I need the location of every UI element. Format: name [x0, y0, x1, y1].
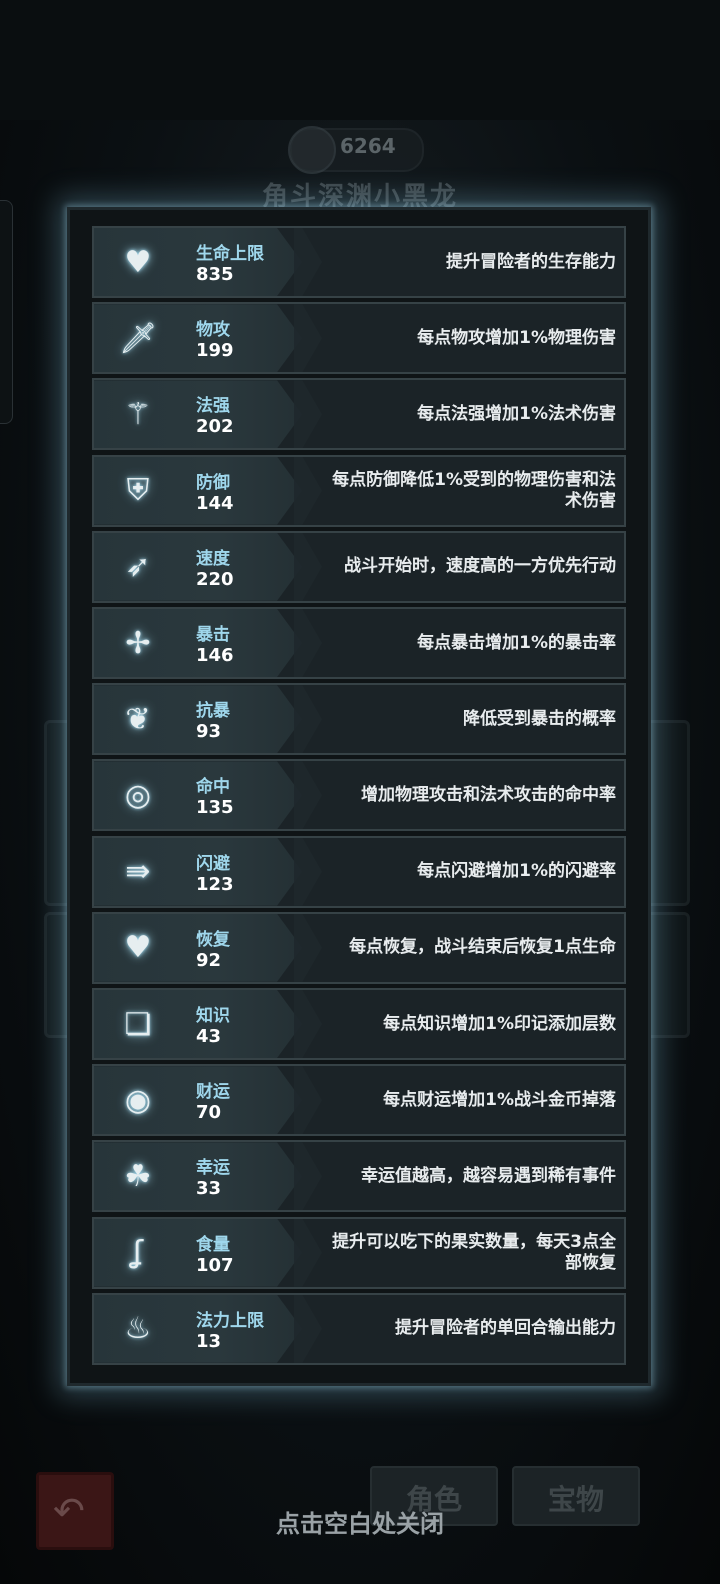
close-hint[interactable]: 点击空白处关闭 — [0, 1504, 720, 1539]
winged-boot-icon: ➶ — [125, 549, 151, 585]
staff-icon: ⚚ — [124, 396, 152, 432]
stat-name: 食量 — [196, 1234, 230, 1255]
gold-amount: 6264 — [340, 134, 396, 158]
stat-name: 命中 — [196, 777, 230, 798]
stat-row: ❏ 知识 43 每点知识增加1%印记添加层数 — [92, 988, 626, 1060]
background-header — [0, 0, 720, 120]
stat-description: 每点闪避增加1%的闪避率 — [417, 861, 616, 882]
stat-row: ʆ 食量 107 提升可以吃下的果实数量，每天3点全部恢复 — [92, 1216, 626, 1289]
stat-row: ☘ 幸运 33 幸运值越高，越容易遇到稀有事件 — [92, 1140, 626, 1213]
stat-row: ❦ 抗暴 93 降低受到暴击的概率 — [92, 683, 626, 756]
stat-name: 物攻 — [196, 320, 230, 341]
gold-feather-icon — [288, 126, 336, 174]
stat-value: 70 — [196, 1102, 222, 1124]
heart-plus-icon: ♥ — [124, 930, 152, 966]
crit-resist-icon: ❦ — [125, 701, 151, 737]
armor-icon: ⛨ — [126, 473, 150, 509]
stat-description: 提升冒险者的生存能力 — [446, 251, 616, 272]
stat-value: 202 — [196, 416, 234, 438]
stat-row: ◎ 命中 135 增加物理攻击和法术攻击的命中率 — [92, 759, 626, 832]
stat-description: 战斗开始时，速度高的一方优先行动 — [344, 556, 616, 577]
stat-name: 闪避 — [196, 853, 230, 874]
target-icon: ◎ — [124, 777, 152, 813]
stat-value: 135 — [196, 797, 234, 819]
stat-value: 13 — [196, 1330, 222, 1352]
stat-name: 财运 — [196, 1082, 230, 1103]
stat-row: ♥ 恢复 92 每点恢复，战斗结束后恢复1点生命 — [92, 911, 626, 984]
stat-name: 速度 — [196, 548, 230, 569]
stat-value: 93 — [196, 721, 222, 743]
stat-name: 幸运 — [196, 1158, 230, 1179]
stat-value: 92 — [196, 949, 222, 971]
stat-name: 生命上限 — [196, 244, 264, 264]
stat-row: ⇛ 闪避 123 每点闪避增加1%的闪避率 — [92, 835, 626, 908]
stat-description: 降低受到暴击的概率 — [463, 708, 616, 729]
stomach-icon: ʆ — [132, 1235, 144, 1271]
stat-name: 恢复 — [196, 929, 230, 950]
stat-row: ➶ 速度 220 战斗开始时，速度高的一方优先行动 — [92, 530, 626, 603]
stat-description: 每点防御降低1%受到的物理伤害和法术伤害 — [332, 469, 616, 511]
stat-name: 防御 — [196, 472, 230, 493]
stat-row: ✢ 暴击 146 每点暴击增加1%的暴击率 — [92, 607, 626, 679]
stat-row: ⛨ 防御 144 每点防御降低1%受到的物理伤害和法术伤害 — [92, 454, 626, 527]
heart-arrow-icon: ♥ — [124, 244, 152, 280]
sword-icon: 🗡 — [118, 320, 158, 356]
stat-description: 每点暴击增加1%的暴击率 — [417, 632, 616, 653]
critical-dagger-icon: ✢ — [125, 625, 151, 661]
stat-description: 每点知识增加1%印记添加层数 — [383, 1013, 616, 1034]
stat-name: 抗暴 — [196, 701, 230, 722]
clover-icon: ☘ — [124, 1158, 152, 1194]
dash-arrow-icon: ⇛ — [125, 854, 151, 890]
stat-description: 每点法强增加1%法术伤害 — [417, 403, 616, 424]
stat-description: 每点物攻增加1%物理伤害 — [417, 327, 616, 348]
stat-value: 33 — [196, 1178, 222, 1200]
stat-name: 暴击 — [196, 625, 230, 645]
stat-description: 每点恢复，战斗结束后恢复1点生命 — [349, 937, 616, 958]
stat-value: 220 — [196, 568, 234, 590]
stat-row: ♨ 法力上限 13 提升冒险者的单回合输出能力 — [92, 1292, 626, 1365]
stat-name: 法力上限 — [196, 1310, 264, 1331]
mana-drop-icon: ♨ — [124, 1311, 152, 1347]
stat-description: 增加物理攻击和法术攻击的命中率 — [361, 784, 616, 805]
stat-value: 144 — [196, 492, 234, 514]
stat-row: ◉ 财运 70 每点财运增加1%战斗金币掉落 — [92, 1064, 626, 1137]
stat-value: 43 — [196, 1026, 222, 1047]
stat-row: 🗡 物攻 199 每点物攻增加1%物理伤害 — [92, 302, 626, 375]
stat-row: ♥ 生命上限 835 提升冒险者的生存能力 — [92, 226, 626, 298]
coin-icon: ◉ — [124, 1082, 152, 1118]
stat-row: ⚚ 法强 202 每点法强增加1%法术伤害 — [92, 378, 626, 451]
stat-value: 146 — [196, 645, 234, 666]
stat-value: 107 — [196, 1254, 234, 1276]
stat-name: 法强 — [196, 396, 230, 417]
stat-description: 提升冒险者的单回合输出能力 — [395, 1318, 616, 1339]
stat-description: 提升可以吃下的果实数量，每天3点全部恢复 — [332, 1231, 616, 1273]
book-icon: ❏ — [124, 1006, 152, 1042]
stat-value: 199 — [196, 340, 234, 362]
attribute-panel: ♥ 生命上限 835 提升冒险者的生存能力 🗡 物攻 199 每点物攻增加1%物理伤害 ⚚ 法强 2… — [67, 207, 651, 1386]
stat-description: 幸运值越高，越容易遇到稀有事件 — [361, 1165, 616, 1186]
stat-description: 每点财运增加1%战斗金币掉落 — [383, 1089, 616, 1110]
stat-value: 123 — [196, 873, 234, 895]
side-tab — [0, 200, 13, 424]
stat-name: 知识 — [196, 1006, 230, 1026]
stat-value: 835 — [196, 264, 234, 285]
